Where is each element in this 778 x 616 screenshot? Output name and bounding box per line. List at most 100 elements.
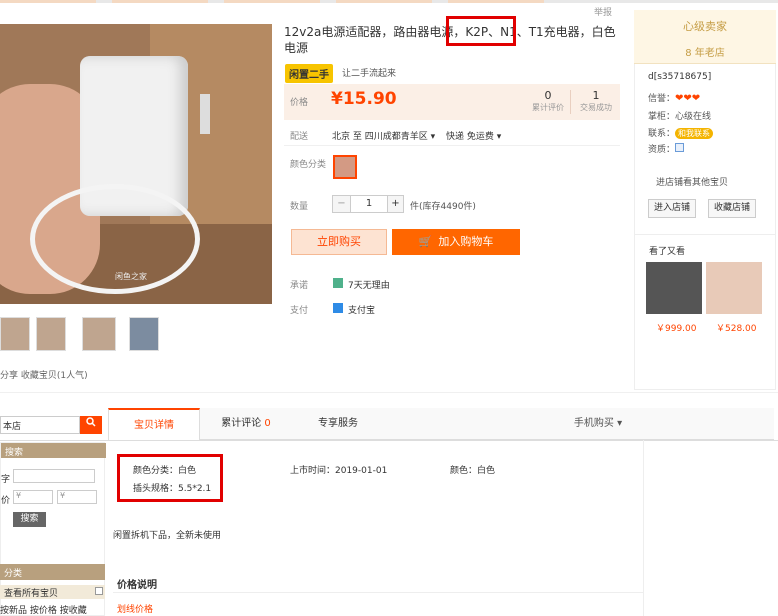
- qty-label: 数量: [290, 202, 309, 212]
- seller-id[interactable]: d[s35718675]: [648, 72, 711, 82]
- used-badge: 闲置二手: [285, 64, 333, 83]
- share-collect[interactable]: 分享 收藏宝贝(1人气): [0, 368, 88, 381]
- color-label: 颜色分类: [290, 160, 327, 170]
- detail-tabs: 宝贝详情 累计评论 0 专享服务 手机购买 ▾: [108, 408, 774, 441]
- collapse-icon[interactable]: [95, 587, 103, 595]
- qty-input[interactable]: 1: [351, 196, 387, 212]
- attr-listed-date: 上市时间：2019-01-01: [290, 466, 388, 476]
- stat-divider: [570, 90, 571, 114]
- thumbnail-strip: [0, 317, 200, 353]
- thumbnail[interactable]: [0, 317, 30, 351]
- price: ¥15.90: [331, 89, 397, 109]
- add-to-cart-label: 加入购物车: [438, 235, 494, 248]
- promise-icon: [333, 278, 343, 288]
- qualification-row: 资质：: [648, 142, 685, 155]
- recommended-price[interactable]: ￥528.00: [716, 321, 757, 334]
- sales-count[interactable]: 1 交易成功: [580, 89, 612, 113]
- contact-button[interactable]: 和我联系: [675, 128, 714, 139]
- recommended-price[interactable]: ￥999.00: [656, 321, 697, 334]
- price-explanation-title: 价格说明: [117, 580, 157, 591]
- recommended-item-image[interactable]: [706, 262, 762, 314]
- category-title: 分类: [0, 564, 105, 580]
- strikethrough-price-link[interactable]: 划线价格: [117, 602, 153, 615]
- plug-prong: [200, 94, 210, 134]
- buy-now-button[interactable]: 立即购买: [291, 229, 387, 255]
- promise-text[interactable]: 7天无理由: [348, 278, 390, 291]
- shop-divider: [634, 234, 776, 235]
- view-shop-link[interactable]: 进店铺看其他宝贝: [656, 175, 728, 188]
- badge-note: 让二手流起来: [342, 69, 397, 79]
- item-description: 闲置拆机下品，全新未使用: [113, 531, 222, 541]
- shop-age: 8 年老店: [685, 48, 725, 59]
- enter-shop-button[interactable]: 进入店铺: [648, 199, 696, 218]
- category-all[interactable]: 查看所有宝贝: [0, 585, 105, 599]
- credit-row: 信誉：❤❤❤: [648, 91, 700, 104]
- credit-label: 信誉：: [648, 94, 676, 104]
- min-price-input[interactable]: ¥: [13, 490, 53, 504]
- top-divider: [0, 0, 778, 3]
- right-rail: [643, 440, 777, 616]
- keyword-label: 字: [1, 475, 11, 485]
- price-range-label: 价: [1, 496, 11, 506]
- qual-label: 资质：: [648, 145, 676, 155]
- top-tab-highlight: [0, 0, 96, 3]
- shop-search-input[interactable]: 本店: [0, 416, 80, 434]
- main-product-image[interactable]: 闲鱼之家: [0, 24, 272, 304]
- highlight-box: [446, 16, 516, 46]
- recommended-item-image[interactable]: [646, 262, 702, 314]
- thumbnail[interactable]: [129, 317, 159, 351]
- stat-value: 1: [592, 89, 600, 102]
- row-divider: [284, 145, 620, 146]
- qty-plus-button[interactable]: +: [387, 196, 403, 212]
- max-price-input[interactable]: ¥: [57, 490, 97, 504]
- watermark: 闲鱼之家: [115, 272, 147, 281]
- color-option[interactable]: [333, 155, 357, 179]
- search-panel-title: 搜索: [1, 443, 106, 458]
- category-sort-links[interactable]: 按新品 按价格 按收藏: [0, 603, 87, 616]
- report-link[interactable]: 举报: [594, 5, 612, 18]
- keyword-input[interactable]: [13, 469, 95, 483]
- alipay-icon: [333, 303, 343, 313]
- add-to-cart-button[interactable]: 🛒 加入购物车: [392, 229, 520, 255]
- search-glyph: [86, 417, 96, 427]
- thumbnail[interactable]: [82, 317, 116, 351]
- sidebar-search-button[interactable]: 搜索: [13, 512, 46, 527]
- stat-value: 0: [544, 89, 552, 102]
- content-divider: [113, 592, 643, 593]
- highlight-box: [117, 454, 223, 502]
- price-label: 价格: [290, 98, 309, 108]
- stat-label: 累计评价: [532, 103, 564, 112]
- attr-color-2: 颜色：白色: [450, 466, 496, 476]
- license-icon[interactable]: [675, 143, 685, 152]
- stock-note: 件(库存4490件): [410, 202, 476, 212]
- contact-row: 联系： 和我联系: [648, 126, 714, 139]
- tab-reviews-label: 累计评论: [221, 418, 262, 429]
- collect-shop-button[interactable]: 收藏店铺: [708, 199, 756, 218]
- tab-service[interactable]: 专享服务: [292, 408, 384, 440]
- section-divider: [0, 392, 778, 393]
- qty-minus-button[interactable]: −: [333, 196, 351, 212]
- top-tab-highlight: [336, 0, 432, 3]
- payment-label: 支付: [290, 306, 309, 316]
- owner-value: 心级在线: [675, 112, 712, 122]
- top-tab-highlight: [448, 0, 544, 3]
- payment-text: 支付宝: [348, 306, 376, 316]
- ship-destination[interactable]: 北京 至 四川成都青羊区 ▾: [332, 129, 435, 142]
- cart-icon: 🛒: [418, 235, 433, 248]
- review-count[interactable]: 0 累计评价: [532, 89, 564, 113]
- tab-reviews[interactable]: 累计评论 0: [200, 408, 292, 440]
- mobile-purchase[interactable]: 手机购买 ▾: [548, 408, 648, 440]
- tab-reviews-count: 0: [264, 418, 271, 429]
- thumbnail[interactable]: [36, 317, 66, 351]
- ship-label: 配送: [290, 132, 309, 142]
- owner-label: 掌柜：: [648, 112, 676, 122]
- owner-row: 掌柜：心级在线: [648, 109, 711, 122]
- tab-details[interactable]: 宝贝详情: [108, 408, 200, 441]
- top-tab-highlight: [112, 0, 208, 3]
- stat-label: 交易成功: [580, 103, 612, 112]
- shop-name[interactable]: 心级卖家: [634, 18, 776, 34]
- contact-label: 联系：: [648, 129, 676, 139]
- search-icon[interactable]: [80, 416, 102, 434]
- promise-label: 承诺: [290, 281, 309, 291]
- ship-method[interactable]: 快递 免运费 ▾: [446, 129, 501, 142]
